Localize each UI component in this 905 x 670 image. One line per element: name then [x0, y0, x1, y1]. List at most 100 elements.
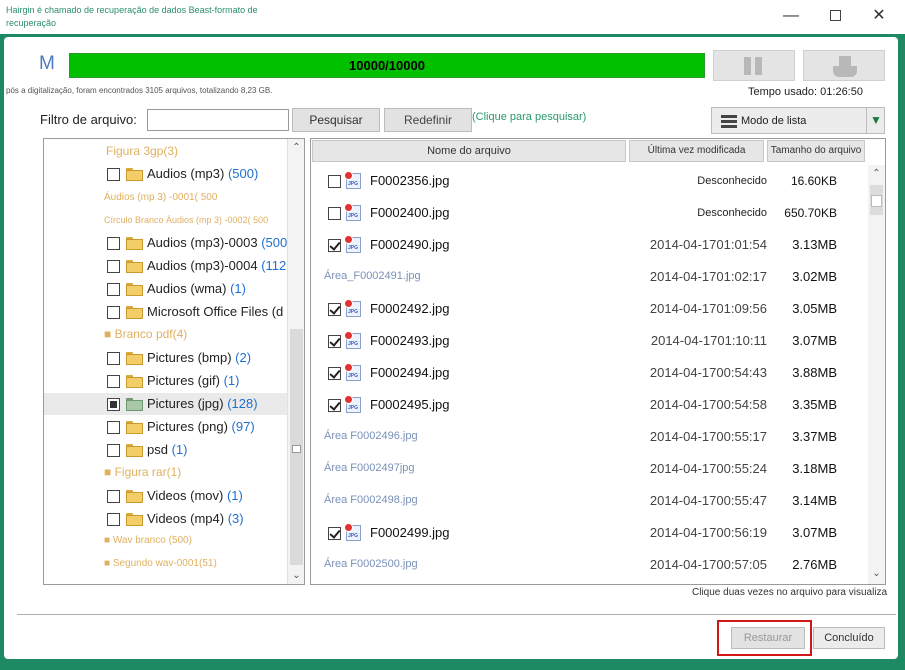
scroll-up-icon[interactable]: ⌃ — [868, 165, 885, 182]
tree-checkbox[interactable] — [107, 421, 120, 434]
tree-ghost-label: ■ Figura rar(1) — [104, 465, 182, 479]
file-date: 2014-04-1701:09:56 — [649, 301, 767, 316]
file-date: 2014-04-1700:54:58 — [649, 397, 767, 412]
scroll-down-icon[interactable]: ⌄ — [868, 565, 885, 582]
stop-button[interactable] — [803, 50, 885, 81]
tree-item-videos-mov[interactable]: Videos (mov) (1) — [44, 485, 288, 507]
tree-checkbox[interactable] — [107, 490, 120, 503]
view-mode-dropdown[interactable]: Modo de lista ▼ — [711, 107, 885, 134]
column-header-size[interactable]: Tamanho do arquivo — [767, 140, 865, 162]
file-list: Nome do arquivo Última vez modificada Ta… — [310, 138, 886, 585]
tree-checkbox[interactable] — [107, 375, 120, 388]
tree-ghost-label: ■ Segundo wav-0001(51) — [104, 558, 217, 569]
tree-item-pictures-png[interactable]: Pictures (png) (97) — [44, 416, 288, 438]
minimize-button[interactable]: — — [776, 4, 806, 28]
stop-icon — [833, 56, 857, 77]
file-checkbox[interactable] — [328, 207, 341, 220]
file-checkbox[interactable] — [328, 239, 341, 252]
tree-item-count: (1) — [230, 281, 246, 296]
file-name: F0002356.jpg — [370, 173, 450, 188]
scroll-up-icon[interactable]: ⌃ — [288, 139, 304, 156]
tree-checkbox[interactable] — [107, 398, 120, 411]
file-row[interactable]: JPG F0002494.jpg 2014-04-1700:54:43 3.88… — [311, 357, 867, 389]
file-row[interactable]: JPG F0002493.jpg 2014-04-1701:10:11 3.07… — [311, 325, 867, 357]
filter-input[interactable] — [147, 109, 289, 131]
file-size: 3.88MB — [792, 365, 837, 380]
maximize-button[interactable] — [820, 4, 850, 28]
file-size: 3.07MB — [792, 525, 837, 540]
tree-item-count: (1) — [223, 373, 240, 388]
tree-item-office-files[interactable]: Microsoft Office Files (d — [44, 301, 288, 323]
file-date: 2014-04-1701:10:11 — [650, 333, 767, 348]
tree-item-audios-mp3[interactable]: Audios (mp3) (500) — [44, 163, 288, 185]
file-size: 3.35MB — [792, 397, 837, 412]
close-button[interactable]: ✕ — [864, 4, 894, 28]
file-row[interactable]: JPG F0002499.jpg 2014-04-1700:56:19 3.07… — [311, 517, 867, 549]
file-row[interactable]: Área F0002497jpg 2014-04-1700:55:24 3.18… — [311, 453, 867, 485]
tree-checkbox[interactable] — [107, 168, 120, 181]
tree-item-count: (97) — [231, 419, 255, 434]
file-date: 2014-04-1700:56:19 — [649, 525, 767, 540]
file-checkbox[interactable] — [328, 175, 341, 188]
file-checkbox[interactable] — [328, 399, 341, 412]
file-date: 2014-04-1700:57:05 — [649, 557, 767, 572]
tree-scrollbar[interactable]: ⌃ ⌄ — [287, 139, 304, 584]
file-name: F0002490.jpg — [370, 237, 450, 252]
window-title: Hairgin é chamado de recuperação de dado… — [6, 5, 258, 28]
tree-item-audios-mp3-0004[interactable]: Audios (mp3)-0004 (112 — [44, 255, 288, 277]
tree-item-pictures-gif[interactable]: Pictures (gif) (1) — [44, 370, 288, 392]
tree-item-audios-wma[interactable]: Audios (wma) (1) — [44, 278, 288, 300]
tree-ghost-label: Círculo Branco Áudios (mp 3) -0002( 500 — [104, 215, 269, 225]
pause-icon — [744, 57, 764, 75]
file-row[interactable]: Área F0002498.jpg 2014-04-1700:55:47 3.1… — [311, 485, 867, 517]
file-row[interactable]: JPG F0002492.jpg 2014-04-1701:09:56 3.05… — [311, 293, 867, 325]
tree-checkbox[interactable] — [107, 513, 120, 526]
file-size: 3.07MB — [792, 333, 837, 348]
file-row[interactable]: JPG F0002495.jpg 2014-04-1700:54:58 3.35… — [311, 389, 867, 421]
column-header-date[interactable]: Última vez modificada — [629, 140, 764, 162]
tree-item-count: (128) — [227, 396, 258, 411]
tree-item-pictures-bmp[interactable]: Pictures (bmp) (2) — [44, 347, 288, 369]
tree-item-pictures-jpg[interactable]: Pictures (jpg) (128) — [44, 393, 288, 415]
tree-checkbox[interactable] — [107, 306, 120, 319]
file-row[interactable]: JPG F0002490.jpg 2014-04-1701:01:54 3.13… — [311, 229, 867, 261]
tree-item-psd[interactable]: psd (1) — [44, 439, 288, 461]
tree-checkbox[interactable] — [107, 444, 120, 457]
file-row[interactable]: Área F0002500.jpg 2014-04-1700:57:05 2.7… — [311, 549, 867, 581]
pause-button[interactable] — [713, 50, 795, 81]
file-row[interactable]: Área_F0002491.jpg 2014-04-1701:02:17 3.0… — [311, 261, 867, 293]
tree-item-audios-mp3-0003[interactable]: Audios (mp3)-0003 (500 — [44, 232, 288, 254]
scroll-down-icon[interactable]: ⌄ — [288, 567, 304, 584]
tree-item-videos-mp4[interactable]: Videos (mp4) (3) — [44, 508, 288, 530]
search-button[interactable]: Pesquisar — [292, 108, 380, 132]
file-name: Área F0002500.jpg — [324, 558, 418, 570]
file-row[interactable]: Área F0002496.jpg 2014-04-1700:55:17 3.3… — [311, 421, 867, 453]
jpg-file-icon: JPG — [344, 523, 361, 541]
tree-ghost-label: Áudios (mp 3) -0001( 500 — [104, 192, 218, 203]
file-checkbox[interactable] — [328, 527, 341, 540]
jpg-file-icon: JPG — [344, 171, 361, 189]
file-checkbox[interactable] — [328, 335, 341, 348]
file-checkbox[interactable] — [328, 367, 341, 380]
file-checkbox[interactable] — [328, 303, 341, 316]
column-header-name[interactable]: Nome do arquivo — [312, 140, 626, 162]
list-scrollbar[interactable]: ⌃ ⌄ — [868, 165, 885, 584]
tree-ghost-label: Figura 3gp(3) — [106, 144, 179, 158]
tree-item-count: (112 — [261, 258, 287, 273]
folder-icon — [126, 375, 143, 388]
file-row[interactable]: JPG F0002400.jpg Desconhecido 650.70KB — [311, 197, 867, 229]
tree-checkbox[interactable] — [107, 260, 120, 273]
file-row[interactable]: JPG F0002356.jpg Desconhecido 16.60KB — [311, 165, 867, 197]
tree-checkbox[interactable] — [107, 237, 120, 250]
tree-item-label: Pictures (jpg) — [147, 396, 224, 411]
folder-icon — [126, 260, 143, 273]
file-size: 3.05MB — [792, 301, 837, 316]
file-name: Área F0002497jpg — [324, 462, 415, 474]
done-button[interactable]: Concluído — [813, 627, 885, 649]
tree-checkbox[interactable] — [107, 283, 120, 296]
reset-button[interactable]: Redefinir — [384, 108, 472, 132]
restore-button[interactable]: Restaurar — [731, 627, 805, 649]
tree-checkbox[interactable] — [107, 352, 120, 365]
folder-icon — [126, 398, 143, 411]
chevron-down-icon[interactable]: ▼ — [866, 108, 885, 133]
